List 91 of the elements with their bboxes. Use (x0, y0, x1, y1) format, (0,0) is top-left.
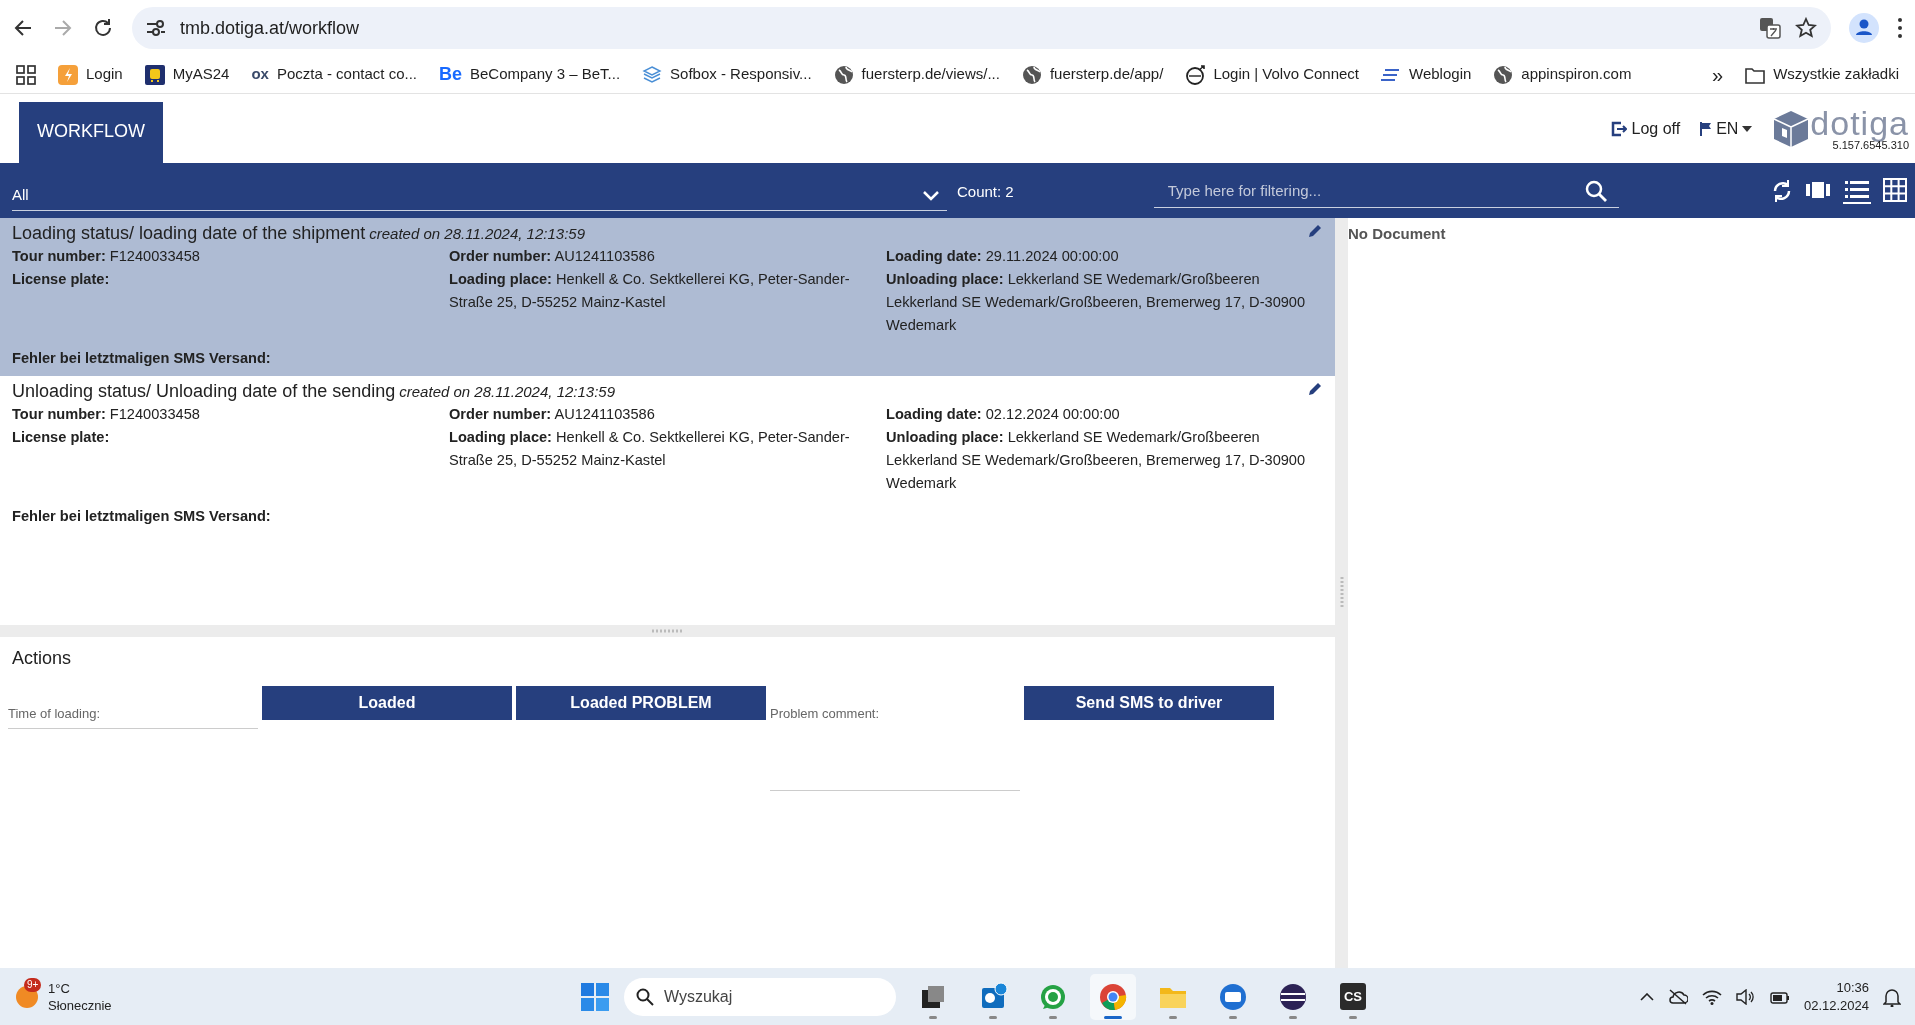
record-title: Unloading status/ Unloading date of the sending (12, 380, 396, 403)
browser-icon (1098, 981, 1128, 1012)
globe-icon (1493, 64, 1514, 85)
app-icon-label: CS (1339, 982, 1367, 1011)
bookmark-link[interactable]: fuersterp.de/views/... (861, 63, 1000, 86)
bookmark-link[interactable]: Sofbox - Responsiv... (670, 63, 812, 86)
bell-icon[interactable] (1883, 986, 1901, 1007)
bookmark-link[interactable]: BeCompany 3 – BeT... (470, 63, 621, 86)
workflow-tab[interactable]: WORKFLOW (19, 102, 163, 163)
bookmark-link[interactable]: Poczta - contact co... (276, 63, 417, 86)
input-field[interactable]: Time of loading: (8, 686, 258, 729)
ox-logo: ox (251, 64, 269, 85)
log-off-icon (1611, 120, 1628, 137)
resize-handle-icon[interactable] (1339, 576, 1344, 610)
eclipse-icon (1278, 981, 1308, 1012)
edit-icon[interactable] (1307, 381, 1323, 397)
bookmark-link[interactable]: Weblogin (1409, 63, 1472, 86)
be-logo: Be (439, 63, 462, 86)
language-dropdown[interactable]: EN (1716, 116, 1739, 141)
chevron-icon (923, 190, 939, 201)
created-date: created on 28.11.2024, 12:13:59 (399, 382, 616, 402)
refresh-icon[interactable] (1771, 178, 1793, 203)
logo-cube-icon (1772, 109, 1811, 148)
field-text: Unloading place: Lekkerland SE Wedemark/Großbeeren Lekkerland SE Wedemark/Großbeeren, Bremerweg 17, D-30900 Wedemark (886, 270, 1307, 335)
reload-icon[interactable] (92, 17, 114, 39)
ring-icon (1185, 64, 1206, 85)
bookmark-link[interactable]: Login | Volvo Connect (1213, 63, 1360, 86)
site-settings-icon[interactable] (146, 19, 166, 37)
field-text: License plate: (12, 270, 111, 289)
profile-icon[interactable] (1849, 13, 1879, 43)
bookmark-link[interactable]: Login (86, 63, 123, 86)
field-text: Loading date: 02.12.2024 00:00:00 (886, 405, 1121, 424)
action-button[interactable]: Loaded (262, 686, 512, 720)
action-button[interactable]: Send SMS to driver (1024, 686, 1274, 720)
bookmark-link[interactable]: Wszystkie zakładki (1773, 63, 1899, 86)
globe-icon (833, 64, 854, 85)
kebab-menu-icon[interactable] (1897, 17, 1903, 39)
bookmark-link[interactable]: MyAS24 (172, 63, 230, 86)
caret-icon (1742, 125, 1753, 132)
bus-icon (144, 64, 165, 85)
wifi-icon[interactable] (1701, 988, 1722, 1005)
cloud-icon[interactable] (1667, 988, 1688, 1005)
field-text: Order number: AU1241103586 (449, 405, 656, 424)
apps-icon[interactable] (16, 64, 36, 85)
field-text: Unloading place: Lekkerland SE Wedemark/Großbeeren Lekkerland SE Wedemark/Großbeeren, Bremerweg 17, D-30900 Wedemark (886, 428, 1307, 493)
resize-handle-icon[interactable] (650, 629, 685, 633)
weather-text: Słonecznie (48, 996, 112, 1014)
edit-icon[interactable] (1307, 223, 1323, 239)
empty-message: No Document (1348, 225, 1446, 242)
field-text: Loading place: Henkell & Co. Sektkellerei KG, Peter-Sander-Straße 25, D-55252 Mainz-Kastel (449, 428, 851, 470)
bookmark-link[interactable]: fuersterp.de/app/ (1049, 63, 1164, 86)
search-field[interactable]: Type here for filtering... (1153, 173, 1619, 208)
section-title: Actions (11, 647, 73, 670)
taskbar-search[interactable]: Wyszukaj (624, 977, 896, 1016)
clock-time: 10:36 (1835, 978, 1869, 997)
folder-icon (1745, 65, 1766, 84)
field-text: Tour number: F1240033458 (12, 247, 201, 266)
log-off-link[interactable]: Log off (1631, 116, 1681, 141)
notification-badge: 9+ (24, 977, 42, 992)
error-label: Fehler bei letztmaligen SMS Versand: (12, 349, 272, 368)
search-icon (636, 987, 654, 1006)
search-icon[interactable] (1584, 179, 1607, 202)
action-button[interactable]: Loaded PROBLEM (516, 686, 766, 720)
bookmark-link[interactable]: appinspiron.com (1521, 63, 1632, 86)
globe-icon (1021, 64, 1042, 85)
error-label: Fehler bei letztmaligen SMS Versand: (12, 507, 272, 526)
comment-field[interactable]: Problem comment: (770, 686, 1020, 791)
star-icon[interactable] (1795, 17, 1817, 39)
field-text: Tour number: F1240033458 (12, 405, 201, 424)
speaker-icon[interactable] (1735, 988, 1756, 1005)
filter-select[interactable]: All (12, 180, 947, 211)
remote-app-icon (1218, 981, 1248, 1012)
field-text: Loading place: Henkell & Co. Sektkellerei KG, Peter-Sander-Straße 25, D-55252 Mainz-Kastel (449, 270, 851, 312)
count-label: Count: 2 (957, 182, 1014, 203)
clock-date: 02.12.2024 (1803, 996, 1869, 1015)
more-bookmarks-button[interactable]: » (1712, 59, 1724, 90)
start-icon[interactable] (580, 981, 610, 1012)
bolt-icon (58, 64, 78, 85)
record-card[interactable] (0, 218, 1335, 376)
flag-icon (1700, 121, 1713, 136)
battery-icon[interactable] (1769, 989, 1790, 1004)
field-text: Order number: AU1241103586 (449, 247, 656, 266)
field-text: License plate: (12, 428, 111, 447)
translate-icon[interactable] (1759, 17, 1781, 39)
temperature-text: 1°C (48, 979, 71, 997)
created-date: created on 28.11.2024, 12:13:59 (369, 224, 585, 244)
record-title: Loading status/ loading date of the shipment (12, 222, 366, 245)
taskbar-app[interactable]: CS (1330, 973, 1376, 1020)
url-field[interactable]: tmb.dotiga.at/workflow (180, 14, 360, 42)
chevron-up-icon[interactable] (1639, 992, 1654, 1001)
field-text: Loading date: 29.11.2024 00:00:00 (886, 247, 1120, 266)
